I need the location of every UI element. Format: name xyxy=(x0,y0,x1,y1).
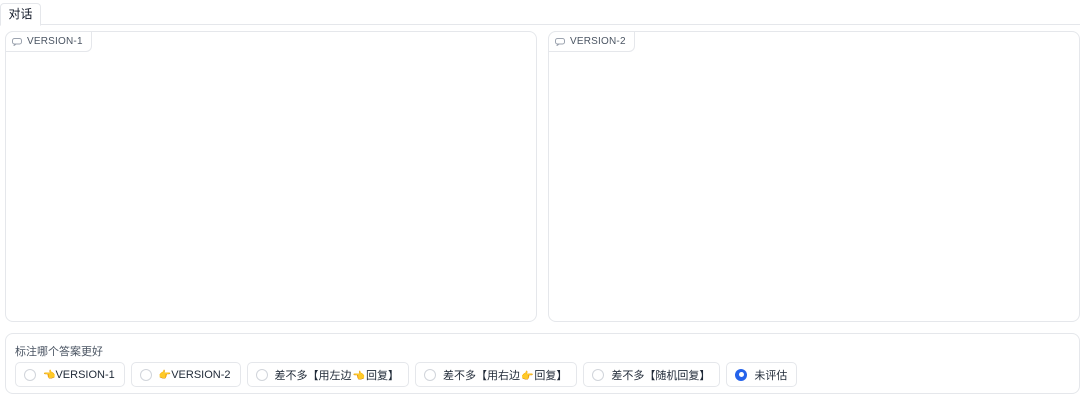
radio-button[interactable] xyxy=(255,368,268,381)
option-version-2[interactable]: 👉VERSION-2 xyxy=(130,362,241,387)
option-version-1[interactable]: 👈VERSION-1 xyxy=(15,362,125,387)
radio-button[interactable] xyxy=(423,368,436,381)
panel-label-text: VERSION-2 xyxy=(570,36,626,47)
option-label: 未评估 xyxy=(754,369,788,382)
radio-button[interactable] xyxy=(24,368,36,381)
tab-bar: 对话 xyxy=(0,0,1080,26)
option-tie-use-right[interactable]: 差不多【用右边👉回复】 xyxy=(414,362,578,387)
hand-right-icon: 👉 xyxy=(158,369,172,381)
chat-icon xyxy=(555,37,565,46)
radio-button[interactable] xyxy=(139,368,152,381)
option-label: VERSION-1 xyxy=(55,368,115,381)
hand-left-icon: 👈 xyxy=(352,370,365,382)
panel-label: VERSION-1 xyxy=(5,31,92,52)
tab-conversation[interactable]: 对话 xyxy=(0,3,41,26)
panel-label: VERSION-2 xyxy=(548,31,635,52)
option-not-rated[interactable]: 未评估 xyxy=(726,362,798,387)
option-label: 差不多【随机回复】 xyxy=(611,369,711,382)
panel-label-text: VERSION-1 xyxy=(27,36,83,47)
version-1-panel: VERSION-1 xyxy=(5,31,537,322)
radio-button-selected[interactable] xyxy=(735,368,748,381)
option-tie-random[interactable]: 差不多【随机回复】 xyxy=(583,362,721,387)
option-label-before: 差不多【用左边 xyxy=(274,369,352,382)
hand-left-icon: 👈 xyxy=(43,369,56,381)
rating-box: 标注哪个答案更好 👈VERSION-1 👉VERSION-2 差不多【用左边👈回… xyxy=(5,333,1080,394)
rating-label: 标注哪个答案更好 xyxy=(15,346,103,358)
rating-options: 👈VERSION-1 👉VERSION-2 差不多【用左边👈回复】 差不多【用右… xyxy=(15,362,798,387)
option-label-before: 差不多【用右边 xyxy=(442,369,520,382)
radio-button[interactable] xyxy=(592,368,605,381)
option-label: VERSION-2 xyxy=(171,368,231,381)
option-label-after: 回复】 xyxy=(365,369,399,382)
option-label-after: 回复】 xyxy=(534,369,568,382)
hand-right-icon: 👉 xyxy=(520,370,534,382)
chat-icon xyxy=(12,37,22,46)
version-2-panel: VERSION-2 xyxy=(548,31,1080,322)
option-tie-use-left[interactable]: 差不多【用左边👈回复】 xyxy=(246,362,409,387)
